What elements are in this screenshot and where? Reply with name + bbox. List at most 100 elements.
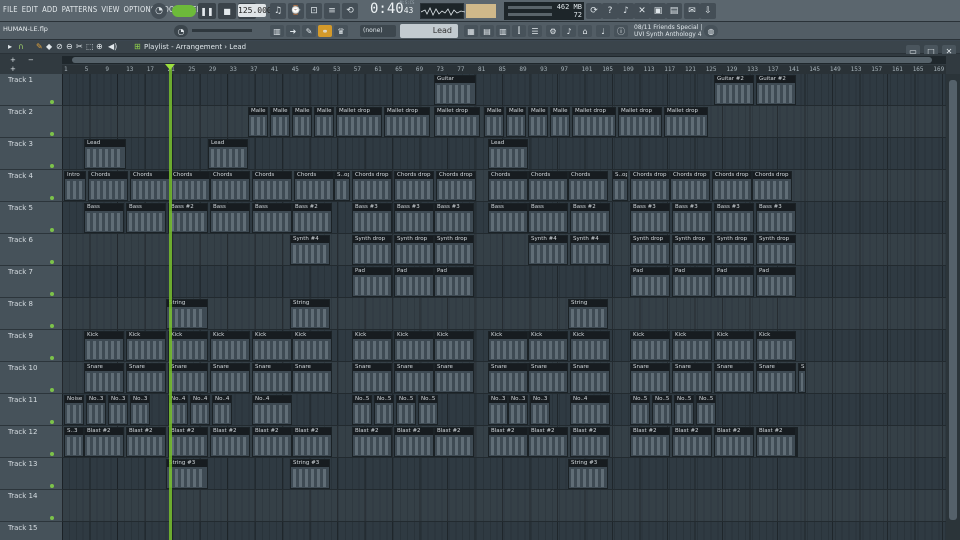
- pattern-clip[interactable]: Kick: [434, 331, 474, 361]
- track-active-indicator[interactable]: [50, 196, 54, 200]
- track-lane[interactable]: Noise No..3 No..3 No..3 No..4 No..4 No..4 No..4…: [62, 394, 946, 426]
- pattern-clip[interactable]: Kick: [168, 331, 208, 361]
- pattern-clip[interactable]: Bass: [488, 203, 528, 233]
- mixer-icon[interactable]: ⫿: [512, 25, 526, 37]
- pattern-clip[interactable]: Synth #4: [570, 235, 610, 265]
- track-header[interactable]: Track 12: [0, 426, 62, 458]
- pattern-clip[interactable]: Mallet drop: [384, 107, 430, 137]
- pattern-clip[interactable]: Malle: [314, 107, 334, 137]
- link-icon[interactable]: ⚭: [318, 25, 332, 37]
- pattern-clip[interactable]: Snare: [394, 363, 434, 393]
- pattern-clip[interactable]: No..5: [352, 395, 372, 425]
- snap-select[interactable]: (none): [360, 25, 396, 37]
- pattern-clip[interactable]: Chords: [210, 171, 250, 201]
- pattern-clip[interactable]: Guitar #2: [714, 75, 754, 105]
- browser-icon[interactable]: ☰: [528, 25, 542, 37]
- pattern-clip[interactable]: Blast #2: [210, 427, 250, 457]
- pattern-clip[interactable]: Malle: [292, 107, 312, 137]
- piano-roll-icon[interactable]: ▥: [270, 25, 284, 37]
- pattern-clip[interactable]: Malle: [506, 107, 526, 137]
- pattern-clip[interactable]: Blast #2: [570, 427, 610, 457]
- tempo-tap-icon[interactable]: ♩: [596, 25, 610, 37]
- pattern-clip[interactable]: Bass #2: [292, 203, 332, 233]
- pattern-song-toggle[interactable]: [172, 5, 196, 17]
- pattern-clip[interactable]: Bass: [528, 203, 568, 233]
- pattern-clip[interactable]: Mallet drop: [434, 107, 480, 137]
- mic-input-icon[interactable]: ♪: [562, 25, 576, 37]
- add-track-icon[interactable]: +: [10, 56, 16, 64]
- pattern-clip[interactable]: Chords: [488, 171, 528, 201]
- pattern-clip[interactable]: Blast #2: [756, 427, 796, 457]
- pattern-clip[interactable]: Kick: [488, 331, 528, 361]
- pattern-clip[interactable]: Snare: [292, 363, 332, 393]
- pattern-clip[interactable]: Synth #4: [290, 235, 330, 265]
- pattern-clip[interactable]: Snare: [252, 363, 292, 393]
- pattern-clip[interactable]: String #3: [166, 459, 208, 489]
- pattern-clip[interactable]: Mallet drop: [664, 107, 708, 137]
- pattern-clip[interactable]: Bass #3: [672, 203, 712, 233]
- pattern-clip[interactable]: Snare: [756, 363, 796, 393]
- pattern-clip[interactable]: Snare: [798, 363, 806, 393]
- pattern-clip[interactable]: No..5: [630, 395, 650, 425]
- play-arrow-icon[interactable]: ▸: [8, 42, 12, 51]
- pattern-clip[interactable]: Blast #2: [488, 427, 528, 457]
- track-lane[interactable]: String #3 String #3 String #3: [62, 458, 946, 490]
- pattern-clip[interactable]: Bass: [84, 203, 124, 233]
- pattern-clip[interactable]: Blast #2: [394, 427, 434, 457]
- pattern-clip[interactable]: Chords: [252, 171, 292, 201]
- track-header[interactable]: Track 3: [0, 138, 62, 170]
- pattern-clip[interactable]: String: [568, 299, 608, 329]
- playlist-grid[interactable]: Guitar Guitar #2 Guitar #2 Malle Malle Malle M…: [62, 74, 946, 540]
- pattern-clip[interactable]: Chords drop: [712, 171, 752, 201]
- metronome-icon[interactable]: ♫: [270, 3, 286, 19]
- pattern-clip[interactable]: Kick: [84, 331, 124, 361]
- track-active-indicator[interactable]: [50, 452, 54, 456]
- pattern-clip[interactable]: Pad: [434, 267, 474, 297]
- pattern-clip[interactable]: Snare: [434, 363, 474, 393]
- speaker-icon[interactable]: ◀): [108, 42, 117, 51]
- track-lane[interactable]: S..3 Blast #2 Blast #2 Blast #2 Blast #2 Blas…: [62, 426, 946, 458]
- vertical-scrollbar[interactable]: [946, 74, 960, 540]
- pattern-clip[interactable]: Kick: [210, 331, 250, 361]
- menu-edit[interactable]: EDIT: [22, 5, 38, 14]
- pattern-clip[interactable]: Blast #2: [434, 427, 474, 457]
- pattern-clip[interactable]: Snare: [168, 363, 208, 393]
- pattern-clip[interactable]: Blast #2: [126, 427, 166, 457]
- pattern-clip[interactable]: Chords: [568, 171, 608, 201]
- pattern-clip[interactable]: Malle: [270, 107, 290, 137]
- pattern-clip[interactable]: Synth drop: [434, 235, 474, 265]
- blend-notes-icon[interactable]: ≡: [324, 3, 340, 19]
- pattern-clip[interactable]: Snare: [352, 363, 392, 393]
- pattern-clip[interactable]: Blast #2: [672, 427, 712, 457]
- menu-add[interactable]: ADD: [42, 5, 58, 14]
- track-active-indicator[interactable]: [50, 516, 54, 520]
- pattern-clip[interactable]: Synth #4: [528, 235, 568, 265]
- pattern-clip[interactable]: Snare: [126, 363, 166, 393]
- pattern-clip[interactable]: Mallet drop: [572, 107, 616, 137]
- slice-tool-icon[interactable]: ✂: [76, 42, 83, 51]
- dj-icon[interactable]: ⌂: [578, 25, 592, 37]
- track-active-indicator[interactable]: [50, 388, 54, 392]
- pattern-clip[interactable]: No..4: [570, 395, 610, 425]
- pattern-clip[interactable]: Bass #3: [630, 203, 670, 233]
- pattern-clip[interactable]: Lead: [208, 139, 248, 169]
- pattern-clip[interactable]: No..3: [130, 395, 150, 425]
- pattern-clip[interactable]: No..3: [508, 395, 528, 425]
- pattern-clip[interactable]: Synth drop: [672, 235, 712, 265]
- pattern-clip[interactable]: Kick: [714, 331, 754, 361]
- pattern-clip[interactable]: Snare: [714, 363, 754, 393]
- vscroll-thumb[interactable]: [949, 80, 957, 520]
- pattern-clip[interactable]: Chords drop: [394, 171, 434, 201]
- scroll-thumb[interactable]: [72, 57, 932, 63]
- pattern-clip[interactable]: Kick: [756, 331, 796, 361]
- pattern-clip[interactable]: Chords: [294, 171, 334, 201]
- channel-rack-icon[interactable]: ▤: [480, 25, 494, 37]
- pattern-clip[interactable]: No..3: [488, 395, 508, 425]
- download-icon[interactable]: ⇩: [700, 3, 716, 19]
- countdown-icon[interactable]: ⌚: [288, 3, 304, 19]
- track-lane[interactable]: String String String: [62, 298, 946, 330]
- pattern-clip[interactable]: Chords drop: [630, 171, 670, 201]
- track-header[interactable]: Track 7: [0, 266, 62, 298]
- track-active-indicator[interactable]: [50, 228, 54, 232]
- expand-icon[interactable]: +: [10, 65, 16, 73]
